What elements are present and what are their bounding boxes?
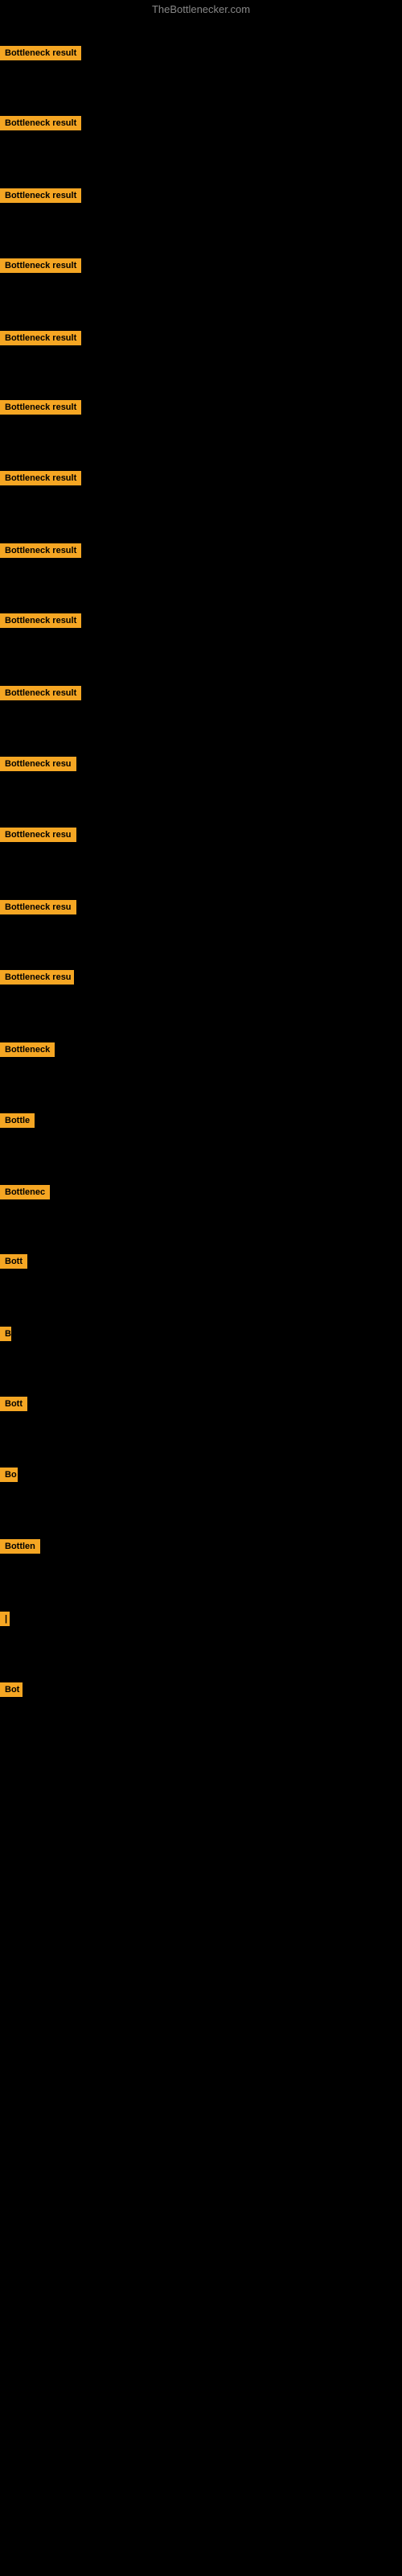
bottleneck-result-badge: Bott [0, 1397, 27, 1411]
bottleneck-result-badge: Bottleneck result [0, 543, 81, 558]
site-title: TheBottlenecker.com [0, 0, 402, 19]
bottleneck-badge-container-17: Bottlenec [0, 1185, 50, 1203]
bottleneck-result-badge: Bottleneck result [0, 116, 81, 130]
bottleneck-badge-container-10: Bottleneck result [0, 686, 81, 704]
bottleneck-result-badge: Bottleneck resu [0, 757, 76, 771]
bottleneck-result-badge: Bott [0, 1254, 27, 1269]
bottleneck-badge-container-9: Bottleneck result [0, 613, 81, 632]
bottleneck-result-badge: Bottlenec [0, 1185, 50, 1199]
bottleneck-badge-container-8: Bottleneck result [0, 543, 81, 562]
bottleneck-badge-container-6: Bottleneck result [0, 400, 81, 419]
bottleneck-result-badge: Bottleneck resu [0, 828, 76, 842]
bottleneck-badge-container-22: Bottlen [0, 1539, 40, 1558]
bottleneck-badge-container-24: Bot [0, 1682, 23, 1701]
bottleneck-badge-container-16: Bottle [0, 1113, 35, 1132]
bottleneck-result-badge: Bot [0, 1682, 23, 1697]
bottleneck-badge-container-2: Bottleneck result [0, 116, 81, 134]
bottleneck-badge-container-18: Bott [0, 1254, 27, 1273]
bottleneck-result-badge: Bottle [0, 1113, 35, 1128]
bottleneck-badge-container-5: Bottleneck result [0, 331, 81, 349]
bottleneck-badge-container-19: B [0, 1327, 11, 1345]
bottleneck-result-badge: | [0, 1612, 10, 1626]
bottleneck-badge-container-20: Bott [0, 1397, 27, 1415]
bottleneck-result-badge: Bottleneck resu [0, 900, 76, 914]
bottleneck-result-badge: Bottleneck result [0, 613, 81, 628]
bottleneck-badge-container-7: Bottleneck result [0, 471, 81, 489]
bottleneck-badge-container-4: Bottleneck result [0, 258, 81, 277]
bottleneck-result-badge: Bottleneck result [0, 686, 81, 700]
bottleneck-result-badge: Bottleneck result [0, 46, 81, 60]
bottleneck-badge-container-21: Bo [0, 1468, 18, 1486]
bottleneck-result-badge: Bottleneck result [0, 471, 81, 485]
bottleneck-result-badge: Bottleneck result [0, 258, 81, 273]
bottleneck-badge-container-3: Bottleneck result [0, 188, 81, 207]
bottleneck-badge-container-12: Bottleneck resu [0, 828, 76, 846]
bottleneck-result-badge: Bo [0, 1468, 18, 1482]
bottleneck-result-badge: Bottleneck result [0, 188, 81, 203]
bottleneck-badge-container-11: Bottleneck resu [0, 757, 76, 775]
bottleneck-badge-container-1: Bottleneck result [0, 46, 81, 64]
bottleneck-badge-container-13: Bottleneck resu [0, 900, 76, 919]
bottleneck-result-badge: Bottlen [0, 1539, 40, 1554]
bottleneck-result-badge: B [0, 1327, 11, 1341]
bottleneck-result-badge: Bottleneck [0, 1042, 55, 1057]
bottleneck-result-badge: Bottleneck resu [0, 970, 74, 985]
bottleneck-result-badge: Bottleneck result [0, 331, 81, 345]
bottleneck-badge-container-14: Bottleneck resu [0, 970, 74, 989]
bottleneck-badge-container-15: Bottleneck [0, 1042, 55, 1061]
bottleneck-badge-container-23: | [0, 1612, 10, 1630]
bottleneck-result-badge: Bottleneck result [0, 400, 81, 415]
